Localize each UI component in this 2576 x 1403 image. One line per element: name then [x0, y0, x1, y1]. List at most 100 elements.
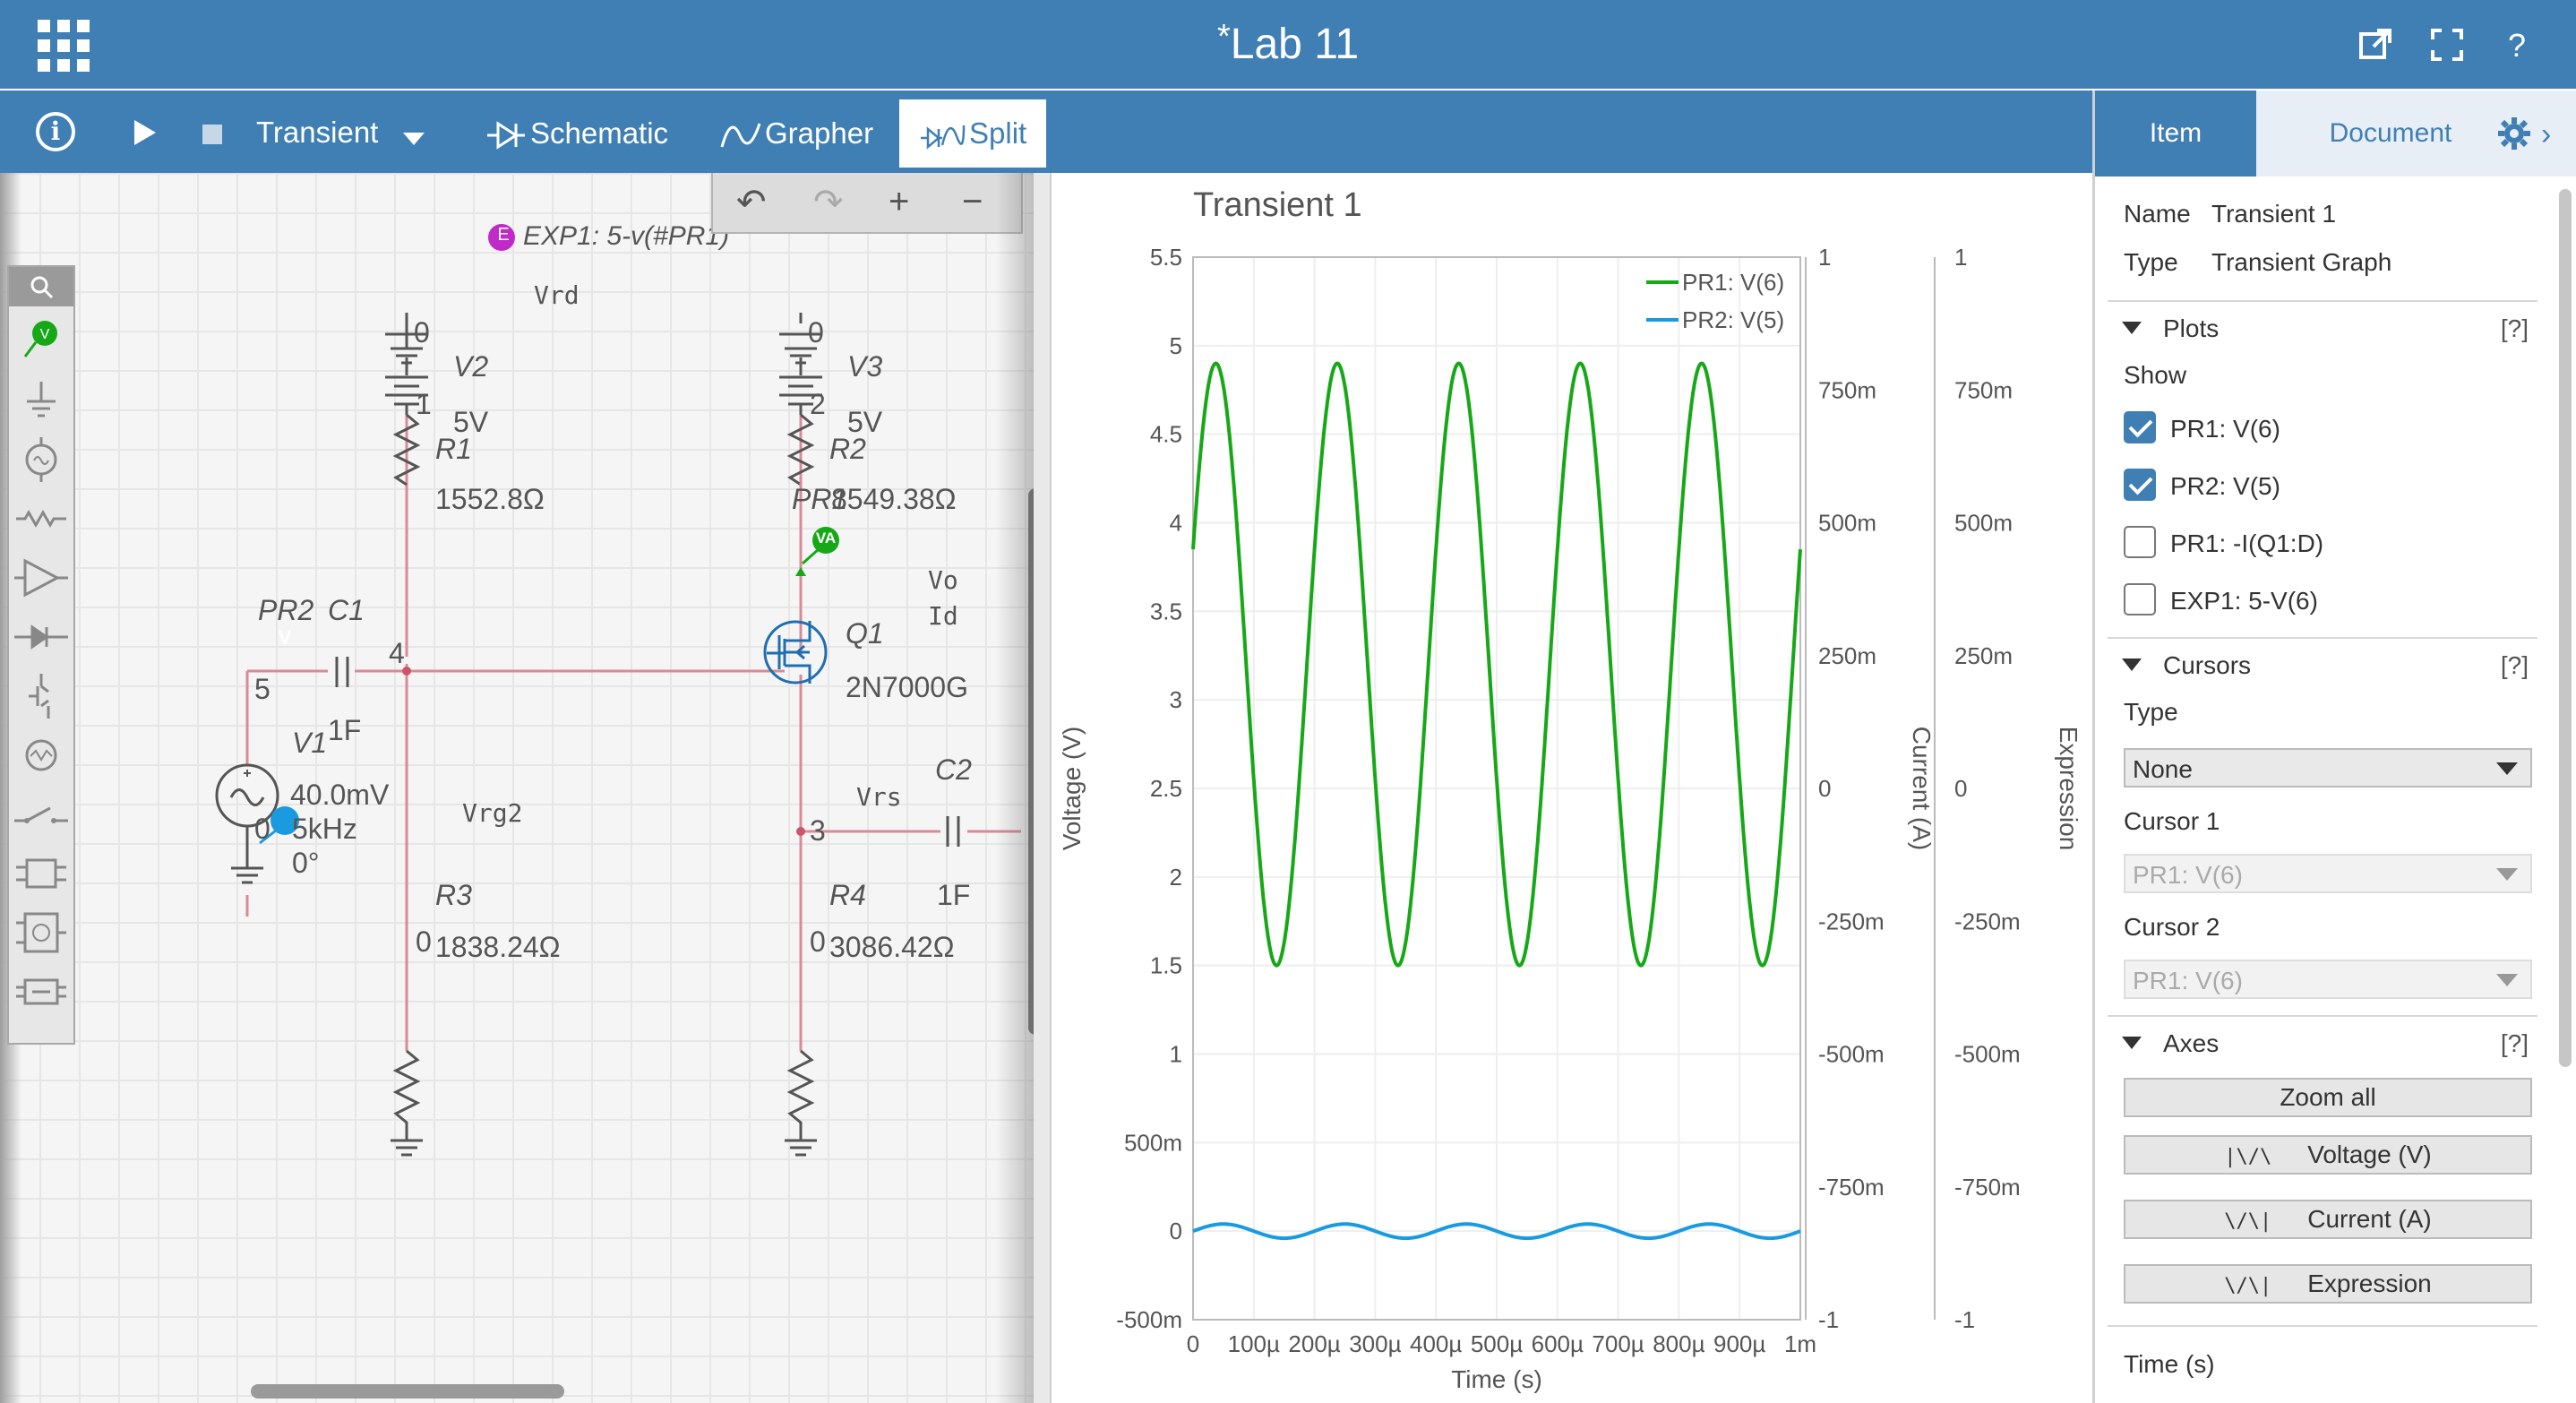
component-name-c1[interactable]: C1	[328, 594, 365, 627]
net-label-id: Id	[928, 601, 958, 631]
cursors-section-header[interactable]: Cursors [?]	[2108, 637, 2537, 691]
tab-split[interactable]: Split	[899, 99, 1047, 168]
plot-checkbox-pr1-v6[interactable]	[2124, 411, 2156, 443]
opamp-tool-icon[interactable]	[9, 548, 73, 607]
component-name-q1[interactable]: Q1	[846, 617, 884, 650]
component-name-v1[interactable]: V1	[292, 727, 327, 760]
expression-axis-button[interactable]: \/\| Expression	[2124, 1264, 2532, 1304]
search-icon[interactable]	[9, 267, 73, 306]
y-tick-current: 500m	[1818, 510, 1876, 537]
axes-help-link[interactable]: [?]	[2501, 1029, 2529, 1058]
collapse-triangle-icon[interactable]	[2122, 322, 2142, 334]
undo-icon[interactable]: ↶	[736, 182, 767, 223]
bus-tool-icon[interactable]	[9, 962, 73, 1021]
subcircuit-tool-icon[interactable]	[9, 903, 73, 962]
component-value-r4[interactable]: 3086.42Ω	[829, 931, 955, 964]
chevron-right-icon[interactable]: ›	[2541, 117, 2551, 152]
diode-tool-icon[interactable]	[9, 607, 73, 667]
component-value-r1[interactable]: 1552.8Ω	[435, 483, 545, 516]
voltage-axis-button[interactable]: |\/\ Voltage (V)	[2124, 1135, 2532, 1175]
cursor1-select[interactable]: PR1: V(6)	[2124, 854, 2532, 893]
component-name-r1[interactable]: R1	[435, 433, 472, 466]
y-tick-expression: 1	[1954, 244, 1967, 271]
analysis-mode-select[interactable]: Transient	[256, 116, 378, 150]
ac-source-tool-icon[interactable]	[9, 430, 73, 489]
zoom-out-icon[interactable]: −	[962, 182, 983, 222]
node-dot	[796, 827, 805, 836]
current-axis-button[interactable]: \/\| Current (A)	[2124, 1200, 2532, 1239]
name-value[interactable]: Transient 1	[2211, 200, 2336, 228]
schematic-horizontal-scrollbar[interactable]	[251, 1384, 564, 1399]
component-name-v2[interactable]: V2	[453, 350, 488, 383]
document-title: Lab 11	[1230, 21, 1360, 68]
expression-probe-label[interactable]: EXP1: 5-v(#PR1)	[523, 221, 729, 252]
y-tick-current: -750m	[1818, 1174, 1885, 1201]
component-value-c2[interactable]: 1F	[937, 879, 970, 912]
stop-simulation-icon[interactable]	[202, 125, 222, 144]
x-tick: 1m	[1784, 1330, 1816, 1357]
schematic-canvas[interactable]: E EXP1: 5-v(#PR1) Vrd Vo Id Vrg2 Vrs 0 V…	[0, 173, 1050, 1403]
zoom-all-button[interactable]: Zoom all	[2124, 1078, 2532, 1117]
plot-checkbox-pr2-v5[interactable]	[2124, 469, 2156, 501]
transistor-tool-icon[interactable]	[9, 667, 73, 726]
ground-tool-icon[interactable]	[9, 371, 73, 430]
cursor-type-select[interactable]: None	[2124, 748, 2532, 788]
collapse-triangle-icon[interactable]	[2122, 658, 2142, 671]
chevron-down-icon	[2496, 974, 2518, 986]
component-value-r2[interactable]: 8549.38Ω	[831, 483, 957, 516]
component-amplitude-v1[interactable]: 40.0mV	[290, 779, 389, 812]
tab-schematic[interactable]: Schematic	[466, 99, 688, 168]
component-name-r4[interactable]: R4	[829, 879, 866, 912]
plot-checkbox-pr1-iq1d[interactable]	[2124, 526, 2156, 558]
component-model-q1[interactable]: 2N7000G	[846, 671, 968, 704]
info-icon[interactable]: i	[36, 112, 75, 151]
gear-icon[interactable]	[2496, 116, 2532, 151]
cursor2-select[interactable]: PR1: V(6)	[2124, 960, 2532, 999]
zoom-in-icon[interactable]: +	[889, 182, 909, 222]
fullscreen-icon[interactable]	[2429, 27, 2465, 63]
plot-label-pr2-v5: PR2: V(5)	[2170, 472, 2280, 500]
switch-tool-icon[interactable]	[9, 785, 73, 844]
x-tick: 300µ	[1349, 1330, 1401, 1357]
component-value-r3[interactable]: 1838.24Ω	[435, 931, 561, 964]
component-name-v3[interactable]: V3	[847, 350, 882, 383]
help-icon[interactable]: ?	[2508, 27, 2544, 64]
collapse-triangle-icon[interactable]	[2122, 1037, 2142, 1049]
x-tick: 100µ	[1228, 1330, 1280, 1357]
component-frequency-v1[interactable]: 5kHz	[292, 813, 357, 846]
voltage-probe-tool-icon[interactable]: V	[9, 312, 73, 371]
component-name-r3[interactable]: R3	[435, 879, 472, 912]
run-simulation-icon[interactable]	[134, 120, 156, 145]
tab-document[interactable]: Document	[2256, 90, 2525, 176]
properties-scrollbar[interactable]	[2559, 189, 2572, 1067]
popout-icon[interactable]	[2357, 27, 2393, 63]
tab-grapher[interactable]: Grapher	[700, 99, 893, 168]
plots-section-header[interactable]: Plots [?]	[2108, 300, 2537, 354]
component-name-r2[interactable]: R2	[829, 433, 866, 466]
axes-section-header[interactable]: Axes [?]	[2108, 1015, 2537, 1069]
component-name-c2[interactable]: C2	[935, 753, 972, 787]
meter-tool-icon[interactable]	[9, 726, 73, 785]
plots-help-link[interactable]: [?]	[2501, 314, 2529, 343]
ic-tool-icon[interactable]	[9, 844, 73, 903]
component-value-c1[interactable]: 1F	[328, 714, 361, 747]
component-phase-v1[interactable]: 0°	[292, 847, 320, 880]
tab-item[interactable]: Item	[2095, 90, 2256, 176]
mosfet-q1	[763, 620, 828, 684]
transient-chart[interactable]: Transient 1 5.554.543.532.521.51500m0-50…	[1052, 173, 2094, 1403]
plus-sign	[244, 770, 251, 777]
cursors-help-link[interactable]: [?]	[2501, 651, 2529, 680]
cursor2-label: Cursor 2	[2124, 913, 2220, 941]
redo-icon[interactable]: ↷	[813, 182, 844, 223]
plot-checkbox-exp1[interactable]	[2124, 583, 2156, 615]
resistor-tool-icon[interactable]	[9, 489, 73, 548]
x-tick: 500µ	[1471, 1330, 1523, 1357]
chevron-down-icon	[2496, 868, 2518, 881]
node-label: 3	[810, 814, 826, 847]
tab-schematic-label: Schematic	[530, 116, 669, 150]
chevron-down-icon[interactable]	[403, 133, 425, 145]
graph-panel[interactable]: Transient 1 5.5 5 4.5 4 3.5 3 2.5 2 1.5 1 500m 0 -50…	[1050, 173, 2092, 1403]
y-tick-expression: -500m	[1954, 1041, 2021, 1068]
net-label-vrd: Vrd	[534, 280, 580, 310]
probe-name-pr2[interactable]: PR2	[258, 594, 313, 627]
